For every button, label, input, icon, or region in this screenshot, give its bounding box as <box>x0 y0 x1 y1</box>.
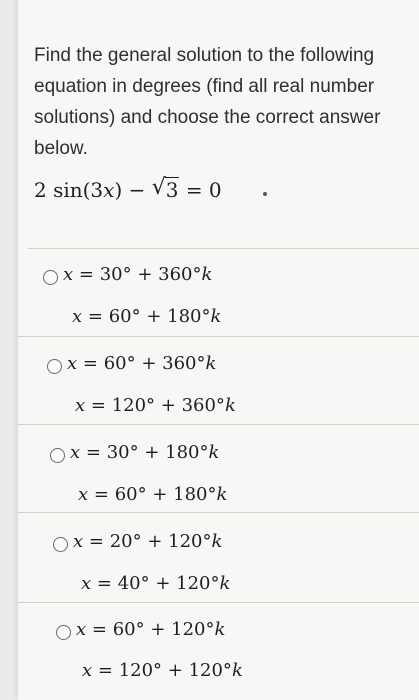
question-card: Find the general solution to the followi… <box>18 0 419 700</box>
divider <box>18 424 419 425</box>
equation-suffix: ) − <box>114 178 146 202</box>
option-line-2: x = 60° + 180°k <box>72 306 222 327</box>
sqrt-radicand: 3 <box>164 177 180 202</box>
divider <box>18 336 419 337</box>
option-line-1: x = 60° + 120°k <box>76 619 226 640</box>
equation-var: x <box>103 178 115 202</box>
divider <box>18 602 419 603</box>
decorative-dot <box>263 192 267 196</box>
option-line-1: x = 30° + 360°k <box>63 264 213 285</box>
question-text: Find the general solution to the followi… <box>34 45 381 159</box>
divider <box>18 512 419 513</box>
option-line-1: x = 60° + 360°k <box>67 353 217 374</box>
option-line-2: x = 60° + 180°k <box>78 484 228 505</box>
equation: 2 sin(3x) − √ 3 = 0 <box>34 175 222 202</box>
equation-rhs: = 0 <box>185 178 222 202</box>
radio-button[interactable] <box>56 625 71 640</box>
radio-button[interactable] <box>50 448 65 463</box>
option-line-1: x = 20° + 120°k <box>73 531 223 552</box>
divider <box>28 248 419 249</box>
option-line-2: x = 120° + 360°k <box>75 395 236 416</box>
radio-button[interactable] <box>47 359 62 374</box>
radio-button[interactable] <box>53 537 68 552</box>
option-line-2: x = 40° + 120°k <box>81 573 231 594</box>
option-line-2: x = 120° + 120°k <box>82 660 243 681</box>
equation-prefix: 2 sin(3 <box>34 178 104 202</box>
sqrt-symbol: √ 3 <box>151 175 180 202</box>
option-line-1: x = 30° + 180°k <box>70 442 220 463</box>
radio-button[interactable] <box>43 270 58 285</box>
